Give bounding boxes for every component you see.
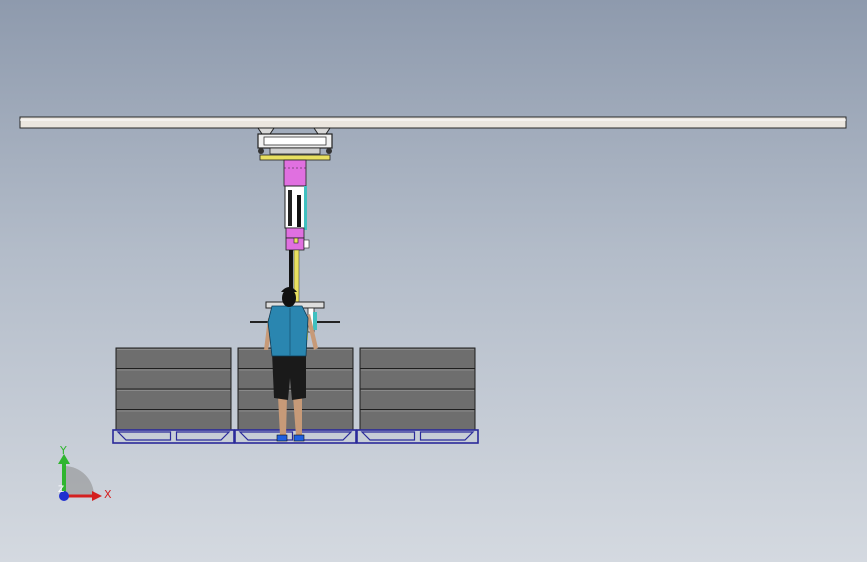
y-axis-label: Y bbox=[59, 444, 67, 457]
pallet-frame bbox=[112, 429, 235, 444]
box bbox=[115, 409, 232, 431]
box bbox=[115, 388, 232, 410]
box bbox=[359, 388, 476, 410]
pallet-stack bbox=[356, 347, 479, 444]
x-axis-arrowhead bbox=[92, 491, 102, 501]
box bbox=[359, 347, 476, 369]
graphics-viewport[interactable]: Y X Z bbox=[0, 0, 867, 562]
coordinate-triad: Y X Z bbox=[58, 444, 112, 501]
trolley-carriage bbox=[257, 127, 333, 161]
box bbox=[115, 347, 232, 369]
pallet-frame bbox=[356, 429, 479, 444]
box bbox=[115, 368, 232, 390]
x-axis-label: X bbox=[104, 488, 112, 501]
box bbox=[359, 409, 476, 431]
z-axis-label: Z bbox=[58, 485, 64, 495]
pallet-stack bbox=[112, 347, 235, 444]
cad-model-view bbox=[19, 116, 847, 444]
box bbox=[359, 368, 476, 390]
overhead-rail bbox=[19, 116, 847, 129]
triad-arc bbox=[64, 466, 94, 496]
